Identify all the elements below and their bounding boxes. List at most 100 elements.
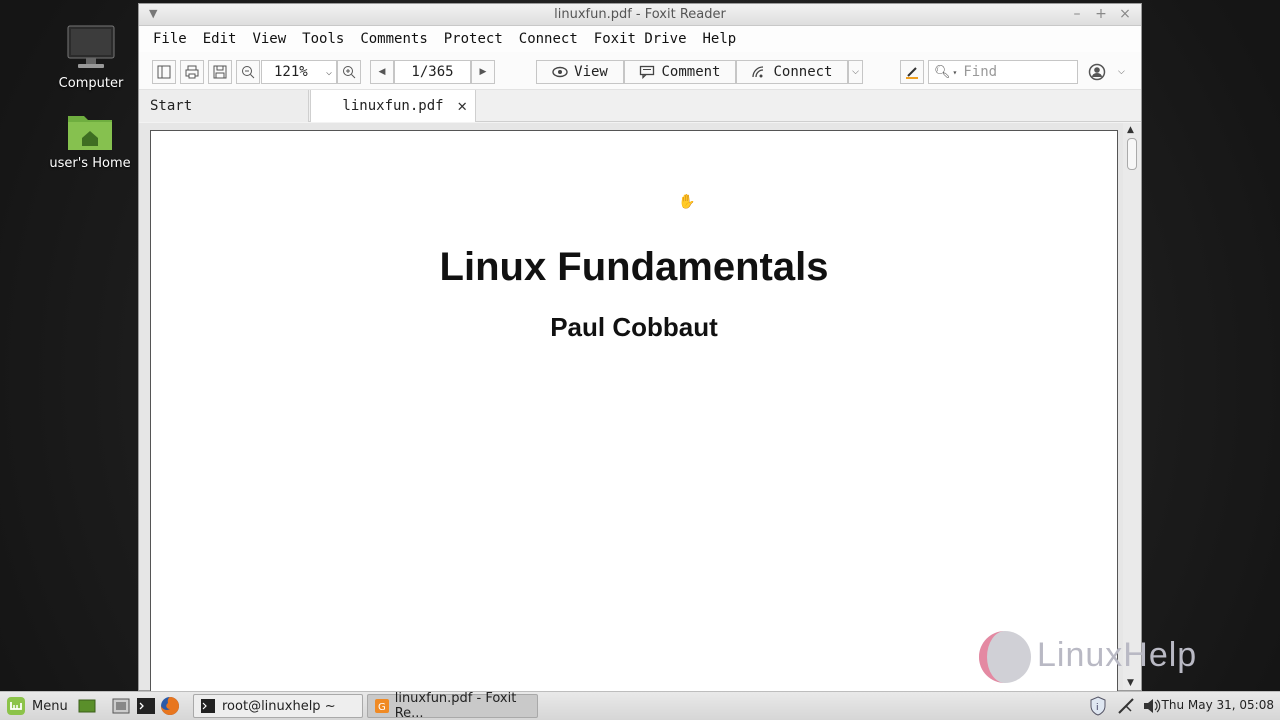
zoom-in-button[interactable] [337,60,361,84]
highlight-button[interactable] [900,60,924,84]
minimize-icon[interactable]: – [1068,6,1086,22]
mode-dropdown-button[interactable]: ⌵ [848,60,863,84]
linuxhelp-watermark: LinuxHelp [975,626,1235,688]
menu-file[interactable]: File [145,29,195,49]
next-page-button[interactable]: ▶ [471,60,495,84]
scroll-up-icon[interactable]: ▲ [1127,125,1134,135]
tab-document-label: linuxfun.pdf [342,98,444,114]
tab-linuxfun-pdf[interactable]: linuxfun.pdf ✕ [310,90,476,122]
linuxhelp-logo-icon [979,631,1031,683]
document-tab-bar: Start linuxfun.pdf ✕ [139,90,1141,122]
arrow-left-icon: ◀ [378,67,386,77]
document-viewport[interactable]: ✋ Linux Fundamentals Paul Cobbaut ▲ ▼ [139,123,1141,700]
taskbar: Menu root@linuxhelp ~ G linuxfun.pdf - F… [0,691,1280,720]
page-number-field[interactable]: 1/365 [394,60,471,84]
shield-icon: i [1090,696,1106,716]
launcher-files[interactable] [111,694,131,718]
launcher-terminal[interactable] [136,694,156,718]
show-desktop-button[interactable] [78,694,96,718]
start-menu-label: Menu [32,698,68,714]
show-desktop-icon [78,699,96,713]
zoom-out-icon [242,66,255,79]
account-button[interactable]: ⌵ [1088,63,1125,81]
network-icon [1118,698,1134,714]
task-foxit-label: linuxfun.pdf - Foxit Re... [394,691,517,720]
connect-signal-icon [752,66,764,78]
task-terminal[interactable]: root@linuxhelp ~ [193,694,363,718]
zoom-select[interactable]: 121% ⌵ [261,60,337,84]
chevron-down-icon: ▾ [952,67,958,77]
hand-cursor-icon: ✋ [678,194,696,210]
task-foxit-reader[interactable]: G linuxfun.pdf - Foxit Re... [367,691,538,720]
zoom-out-button[interactable] [236,60,260,84]
mint-logo-icon [7,697,25,715]
terminal-icon [137,698,155,714]
svg-text:i: i [1096,703,1099,713]
pdf-page: ✋ Linux Fundamentals Paul Cobbaut [150,130,1118,700]
desktop-icon-computer[interactable]: Computer [46,24,136,91]
watermark-text: LinuxHelp [1037,636,1198,674]
tray-volume[interactable] [1142,694,1162,718]
close-window-icon[interactable]: × [1116,6,1134,22]
terminal-icon [201,699,215,713]
connect-mode-button[interactable]: Connect [736,60,848,84]
maximize-icon[interactable]: + [1092,6,1110,22]
sidebar-icon [157,65,171,79]
search-icon: 🔍︎ [934,64,951,80]
user-account-icon [1088,63,1106,81]
menu-protect[interactable]: Protect [436,29,511,49]
save-icon [213,65,227,79]
foxit-window: ▼ linuxfun.pdf - Foxit Reader – + × File… [138,3,1142,700]
zoom-value: 121% [274,64,308,80]
file-manager-icon [112,698,130,714]
highlighter-icon [906,67,918,79]
sidebar-toggle-button[interactable] [152,60,176,84]
menu-connect[interactable]: Connect [511,29,586,49]
eye-icon [552,66,568,78]
vertical-scrollbar[interactable]: ▲ ▼ [1123,123,1141,690]
task-terminal-label: root@linuxhelp ~ [222,698,336,714]
desktop-icon-label: user's Home [49,156,131,171]
chevron-down-icon: ⌵ [1118,67,1125,77]
title-bar[interactable]: ▼ linuxfun.pdf - Foxit Reader – + × [139,4,1141,26]
zoom-in-icon [343,66,356,79]
menu-view[interactable]: View [244,29,294,49]
find-input[interactable]: 🔍︎ ▾ Find [928,60,1078,84]
view-mode-button[interactable]: View [536,60,624,84]
foxit-reader-icon: G [375,699,389,713]
scrollbar-thumb[interactable] [1127,138,1137,170]
comment-mode-label: Comment [661,64,721,80]
find-placeholder: Find [963,64,998,80]
desktop-icon-label: Computer [58,76,124,91]
printer-icon [185,65,199,79]
comment-icon [640,65,655,79]
clock[interactable]: Thu May 31, 05:08 [1162,698,1274,712]
chevron-down-icon: ⌵ [852,67,859,77]
menu-comments[interactable]: Comments [352,29,435,49]
menu-tools[interactable]: Tools [294,29,352,49]
print-button[interactable] [180,60,204,84]
connect-mode-label: Connect [773,64,833,80]
tab-start[interactable]: Start [139,90,309,122]
view-mode-label: View [574,64,608,80]
computer-monitor-icon [67,25,115,68]
firefox-icon [161,697,179,715]
save-button[interactable] [208,60,232,84]
previous-page-button[interactable]: ◀ [370,60,394,84]
close-tab-icon[interactable]: ✕ [457,96,467,115]
svg-text:G: G [378,702,386,713]
tray-shield[interactable]: i [1089,694,1107,718]
launcher-firefox[interactable] [159,694,181,718]
comment-mode-button[interactable]: Comment [624,60,736,84]
chevron-down-icon: ⌵ [325,66,332,78]
tab-start-label: Start [150,98,193,114]
start-menu-button[interactable]: Menu [6,694,68,718]
menu-help[interactable]: Help [695,29,745,49]
toolbar: 121% ⌵ ◀ 1/365 ▶ View Comment Connect ⌵ [139,52,1141,90]
tray-network[interactable] [1116,694,1136,718]
menu-foxit-drive[interactable]: Foxit Drive [586,29,695,49]
home-folder-icon [68,116,112,150]
desktop-icon-home[interactable]: user's Home [45,110,135,171]
document-title: Linux Fundamentals [439,245,829,289]
menu-edit[interactable]: Edit [195,29,245,49]
